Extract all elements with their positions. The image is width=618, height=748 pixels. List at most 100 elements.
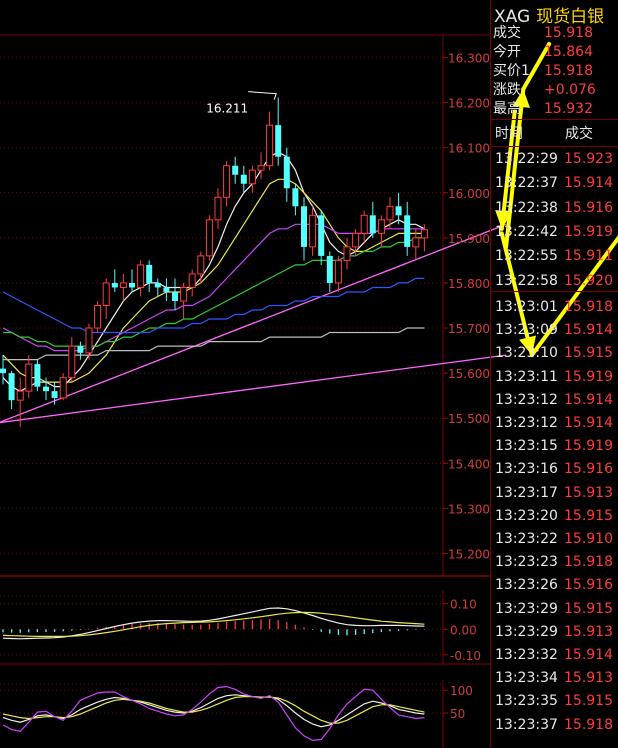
price-header: 成交 [565, 126, 593, 142]
tick-time: 13:23:32 [495, 647, 558, 663]
ma-line [3, 327, 425, 361]
quote-field: 最高 15.932 [493, 100, 617, 119]
tick-row[interactable]: 13:23:29 15.913 [491, 620, 618, 644]
candle-body [326, 255, 333, 283]
price-tick-label: 16.000 [448, 187, 490, 201]
tick-row[interactable]: 13:22:42 15.919 [491, 220, 618, 244]
tick-row[interactable]: 13:23:37 15.918 [491, 713, 618, 737]
tick-row[interactable]: 13:23:12 15.914 [491, 411, 618, 435]
tick-time: 13:22:38 [495, 199, 558, 216]
tick-time: 13:23:15 [495, 438, 558, 455]
quote-field-value: 15.918 [544, 25, 593, 41]
tick-time: 13:23:12 [495, 415, 558, 431]
candle-body [119, 282, 127, 288]
candle-body [16, 390, 24, 401]
quote-field-label: 今开 [493, 44, 521, 60]
candle-body [369, 215, 376, 234]
tick-row[interactable]: 13:22:29 15.923 [491, 147, 618, 171]
quote-field: 买价1 15.918 [493, 62, 617, 81]
tick-price: 15.916 [564, 461, 613, 478]
tick-time: 13:23:16 [495, 461, 558, 478]
candle-body [232, 165, 239, 175]
tick-row[interactable]: 13:23:17 15.913 [491, 481, 618, 505]
candle-body [94, 304, 102, 329]
tick-price: 15.910 [564, 531, 613, 547]
candle-body [386, 205, 394, 221]
price-tick-label: 15.600 [448, 367, 490, 381]
tick-row[interactable]: 13:23:23 15.918 [491, 550, 618, 574]
candle-body [301, 206, 307, 247]
candle-body [129, 282, 135, 288]
price-axis: 16.300 16.200 16.100 16.000 15.900 15.800 15.7… [443, 52, 490, 561]
tick-row[interactable]: 13:22:37 15.914 [491, 171, 618, 195]
tick-row[interactable]: 13:23:16 15.916 [491, 457, 618, 481]
tick-row[interactable]: 13:22:58 15.920 [491, 269, 618, 293]
candle-body [404, 215, 411, 247]
tick-price: 15.919 [564, 223, 613, 240]
candle-body [420, 229, 428, 239]
tick-time: 13:23:22 [495, 531, 558, 547]
moving-averages [2, 151, 425, 392]
tick-row[interactable]: 13:23:20 15.915 [491, 504, 618, 528]
candle-body [8, 373, 15, 401]
tick-row[interactable]: 13:23:29 15.915 [491, 597, 618, 621]
candle-body [395, 206, 402, 216]
tick-price: 15.916 [564, 577, 613, 594]
tick-row[interactable]: 13:23:22 15.910 [491, 527, 618, 551]
price-tick-label: 15.900 [448, 232, 490, 246]
candle-body [309, 214, 317, 248]
candle-body [205, 219, 213, 257]
tick-price: 15.915 [564, 693, 613, 710]
tick-row[interactable]: 13:23:35 15.915 [491, 689, 618, 713]
tick-row[interactable]: 13:23:01 15.918 [491, 295, 618, 319]
tick-price: 15.914 [564, 322, 613, 339]
candle-body [334, 259, 342, 284]
tick-time: 13:23:29 [495, 623, 558, 640]
tick-table-header: 时间 成交 [491, 119, 618, 147]
tick-time: 13:22:29 [495, 151, 558, 167]
candle-body [257, 165, 265, 171]
tick-row[interactable]: 13:23:09 15.914 [491, 318, 618, 342]
tick-price: 15.914 [564, 415, 613, 431]
peak-leader [248, 91, 277, 100]
macd-dea-line [2, 611, 425, 638]
tick-time: 13:23:10 [495, 345, 558, 362]
candle-body [111, 282, 118, 288]
quote-field: 成交 15.918 [493, 24, 617, 43]
candlesticks [0, 97, 428, 428]
tick-row[interactable]: 13:23:34 15.913 [491, 666, 618, 690]
tick-row[interactable]: 13:22:55 15.911 [491, 244, 618, 268]
tick-separator [491, 291, 618, 292]
quote-panel: XAG 现货白银 成交 15.918 今开 15.864 买价1 15.918 涨跌 +0.07… [490, 0, 618, 748]
price-tick-label: 16.100 [448, 142, 490, 156]
candle-body [25, 363, 33, 392]
tick-row[interactable]: 13:23:12 15.914 [491, 388, 618, 412]
quote-field: 今开 15.864 [493, 43, 617, 62]
candle-body [318, 215, 325, 256]
candle-body [197, 255, 205, 275]
tick-price: 15.919 [564, 368, 613, 385]
tick-row[interactable]: 13:23:11 15.919 [491, 365, 618, 389]
chart-grid [0, 34, 490, 577]
macd-panel: 0.10 0.00 -0.10 [0, 590, 490, 665]
tick-row[interactable]: 13:23:10 15.915 [491, 341, 618, 365]
tick-time: 13:23:09 [495, 322, 558, 339]
tick-row[interactable]: 13:22:38 15.916 [491, 196, 618, 220]
tick-time: 13:22:58 [495, 272, 558, 289]
tick-price: 15.916 [564, 199, 613, 216]
candle-body [275, 125, 282, 157]
quote-field-value: 15.918 [544, 63, 593, 79]
macd-tick-label: -0.10 [450, 649, 481, 663]
tick-row[interactable]: 13:23:32 15.914 [491, 643, 618, 667]
quote-field-label: 最高 [493, 101, 521, 117]
kdj-tick-label: 50 [450, 707, 465, 721]
quote-field-value: +0.076 [544, 82, 596, 98]
tick-price: 15.913 [564, 670, 613, 687]
macd-dif-line [2, 607, 425, 640]
tick-row[interactable]: 13:23:26 15.916 [491, 573, 618, 597]
candle-body [188, 273, 196, 288]
tick-price: 15.915 [564, 600, 613, 617]
tick-row[interactable]: 13:23:15 15.919 [491, 434, 618, 458]
candle-body [223, 165, 231, 198]
quote-field-value: 15.932 [544, 101, 593, 117]
